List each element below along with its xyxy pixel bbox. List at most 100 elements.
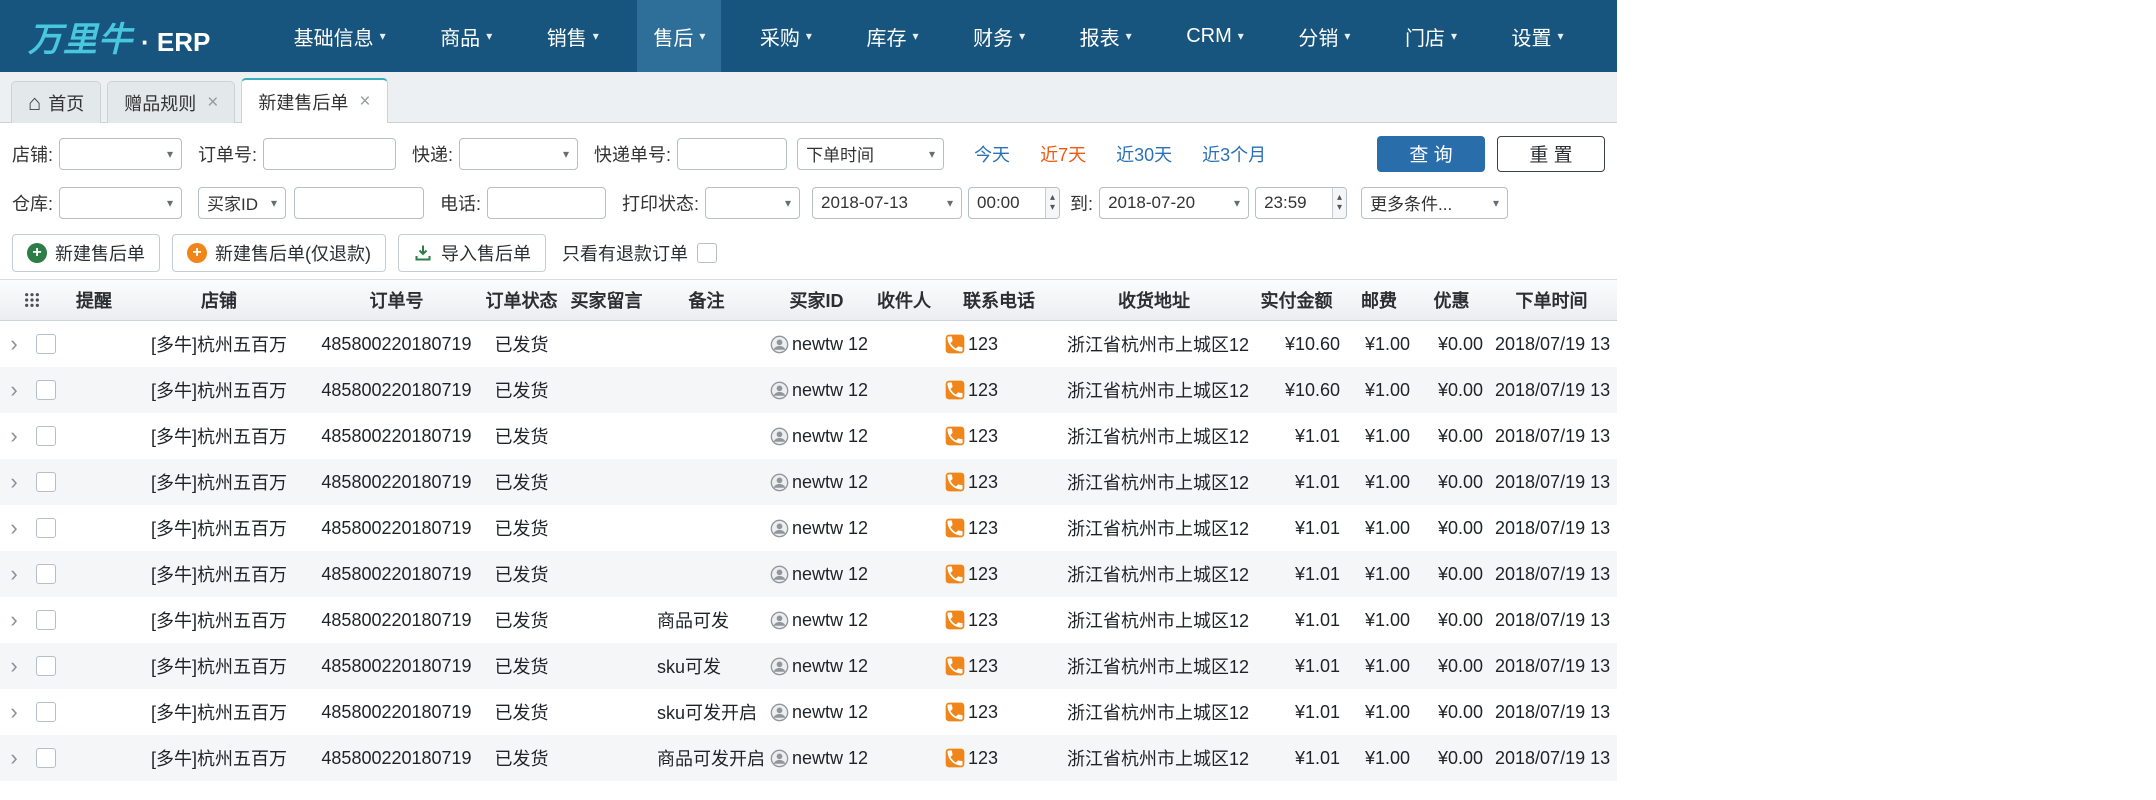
phone-icon <box>945 610 965 630</box>
quick-link-3[interactable]: 近3个月 <box>1202 141 1266 167</box>
row-checkbox[interactable] <box>36 426 56 446</box>
spinner-down-icon[interactable]: ▾ <box>1337 202 1342 213</box>
time-from-value: 00:00 <box>977 192 1020 212</box>
expand-row-icon[interactable]: › <box>10 333 17 355</box>
quick-link-2[interactable]: 近30天 <box>1116 141 1172 167</box>
order-no-input[interactable] <box>263 137 397 170</box>
expand-row-icon[interactable]: › <box>10 701 17 723</box>
checkbox-cell <box>28 656 64 676</box>
cell-buyer-id: newtw 12 <box>764 518 869 539</box>
buyer-id-input[interactable] <box>294 186 425 219</box>
expand-row-icon[interactable]: › <box>10 471 17 493</box>
spinner-up-icon[interactable]: ▴ <box>1050 192 1055 203</box>
expand-row-icon[interactable]: › <box>10 609 17 631</box>
cell-shop: [多牛]杭州五百万 <box>150 335 287 355</box>
tab-0[interactable]: ⌂ 首页 <box>11 81 102 123</box>
date-from-select[interactable]: 2018-07-13 ▾ <box>812 186 963 219</box>
row-checkbox[interactable] <box>36 380 56 400</box>
expand-row-icon[interactable]: › <box>10 563 17 585</box>
reset-button[interactable]: 重 置 <box>1497 135 1605 172</box>
expand-row-icon[interactable]: › <box>10 517 17 539</box>
search-button[interactable]: 查 询 <box>1377 135 1485 172</box>
checkbox-cell <box>28 380 64 400</box>
tab-1[interactable]: 赠品规则 × <box>107 81 236 123</box>
shop-select[interactable]: ▾ <box>59 137 183 170</box>
nav-item-label: 分销 <box>1298 27 1339 50</box>
cell-address: 浙江省杭州市上城区123 <box>1067 473 1249 493</box>
nav-item-11[interactable]: 设置 ▾ <box>1496 0 1580 72</box>
nav-item-4[interactable]: 采购 ▾ <box>744 0 828 72</box>
expand-row-icon[interactable]: › <box>10 425 17 447</box>
close-icon[interactable]: × <box>359 92 370 111</box>
chevron-down-icon: ▾ <box>592 29 599 43</box>
chevron-down-icon: ▾ <box>563 146 570 161</box>
phone-text: 123 <box>968 655 999 676</box>
tab-label: 首页 <box>48 93 85 114</box>
app-logo[interactable]: 万里牛 · ERP <box>28 12 210 61</box>
phone-text: 123 <box>968 379 999 400</box>
new-aftersale-button[interactable]: + 新建售后单 <box>12 234 160 272</box>
quick-link-1[interactable]: 近7天 <box>1040 141 1086 167</box>
time-to-spinner[interactable]: 23:59 ▴ ▾ <box>1255 186 1348 219</box>
phone-input[interactable] <box>487 186 607 219</box>
phone-text: 123 <box>968 563 999 584</box>
row-checkbox[interactable] <box>36 748 56 768</box>
cell-status: 已发货 <box>494 519 549 539</box>
nav-item-label: 门店 <box>1404 27 1445 50</box>
tab-2[interactable]: 新建售后单 × <box>241 78 388 123</box>
nav-item-label: CRM <box>1186 24 1232 47</box>
spinner-arrows[interactable]: ▴ ▾ <box>1045 187 1060 218</box>
col-header-0: 提醒 <box>76 291 112 311</box>
nav-item-0[interactable]: 基础信息 ▾ <box>278 0 402 72</box>
chevron-down-icon: ▾ <box>486 29 493 43</box>
close-icon[interactable]: × <box>207 93 218 112</box>
buyer-avatar-icon <box>770 565 789 583</box>
more-conditions-select[interactable]: 更多条件... ▾ <box>1361 186 1509 219</box>
nav-item-8[interactable]: CRM ▾ <box>1170 0 1260 72</box>
quick-link-0[interactable]: 今天 <box>974 141 1010 167</box>
nav-item-5[interactable]: 库存 ▾ <box>851 0 935 72</box>
date-to-select[interactable]: 2018-07-20 ▾ <box>1099 186 1250 219</box>
row-checkbox[interactable] <box>36 610 56 630</box>
nav-item-3[interactable]: 售后 ▾ <box>637 0 722 72</box>
spinner-up-icon[interactable]: ▴ <box>1337 192 1342 203</box>
refund-only-checkbox[interactable] <box>697 243 717 263</box>
row-checkbox[interactable] <box>36 518 56 538</box>
print-status-select[interactable]: ▾ <box>705 186 801 219</box>
chevron-down-icon: ▾ <box>1237 29 1244 43</box>
time-from-spinner[interactable]: 00:00 ▴ ▾ <box>968 186 1061 219</box>
col-header-6: 买家ID <box>789 291 844 311</box>
nav-item-6[interactable]: 财务 ▾ <box>957 0 1041 72</box>
cell-status: 已发货 <box>494 749 549 769</box>
new-refund-only-button[interactable]: + 新建售后单(仅退款) <box>172 234 386 272</box>
nav-item-9[interactable]: 分销 ▾ <box>1282 0 1366 72</box>
express-no-input[interactable] <box>677 137 788 170</box>
spinner-down-icon[interactable]: ▾ <box>1050 202 1055 213</box>
buyer-id-text: newtw 12 <box>792 609 869 630</box>
quick-date-links: 今天 近7天 近30天 近3个月 <box>974 141 1296 167</box>
nav-item-label: 基础信息 <box>293 27 374 50</box>
phone-icon <box>945 564 965 584</box>
row-checkbox[interactable] <box>36 564 56 584</box>
nav-item-10[interactable]: 门店 ▾ <box>1389 0 1473 72</box>
express-select[interactable]: ▾ <box>459 137 579 170</box>
expand-row-icon[interactable]: › <box>10 379 17 401</box>
nav-item-2[interactable]: 销售 ▾ <box>531 0 615 72</box>
row-checkbox[interactable] <box>36 472 56 492</box>
expand-row-icon[interactable]: › <box>10 747 17 769</box>
nav-item-1[interactable]: 商品 ▾ <box>424 0 508 72</box>
chevron-down-icon: ▾ <box>1493 195 1500 210</box>
expand-row-icon[interactable]: › <box>10 655 17 677</box>
buyer-id-type-select[interactable]: 买家ID ▾ <box>198 186 287 219</box>
cell-order-no: 485800220180719 <box>321 609 472 630</box>
time-type-select[interactable]: 下单时间 ▾ <box>797 137 945 170</box>
col-header-7: 收件人 <box>877 291 931 311</box>
spinner-arrows[interactable]: ▴ ▾ <box>1332 187 1347 218</box>
import-aftersale-button[interactable]: 导入售后单 <box>398 234 546 272</box>
row-checkbox[interactable] <box>36 702 56 722</box>
chevron-down-icon: ▾ <box>270 195 278 210</box>
row-checkbox[interactable] <box>36 656 56 676</box>
warehouse-select[interactable]: ▾ <box>59 186 183 219</box>
row-checkbox[interactable] <box>36 334 56 354</box>
nav-item-7[interactable]: 报表 ▾ <box>1064 0 1148 72</box>
